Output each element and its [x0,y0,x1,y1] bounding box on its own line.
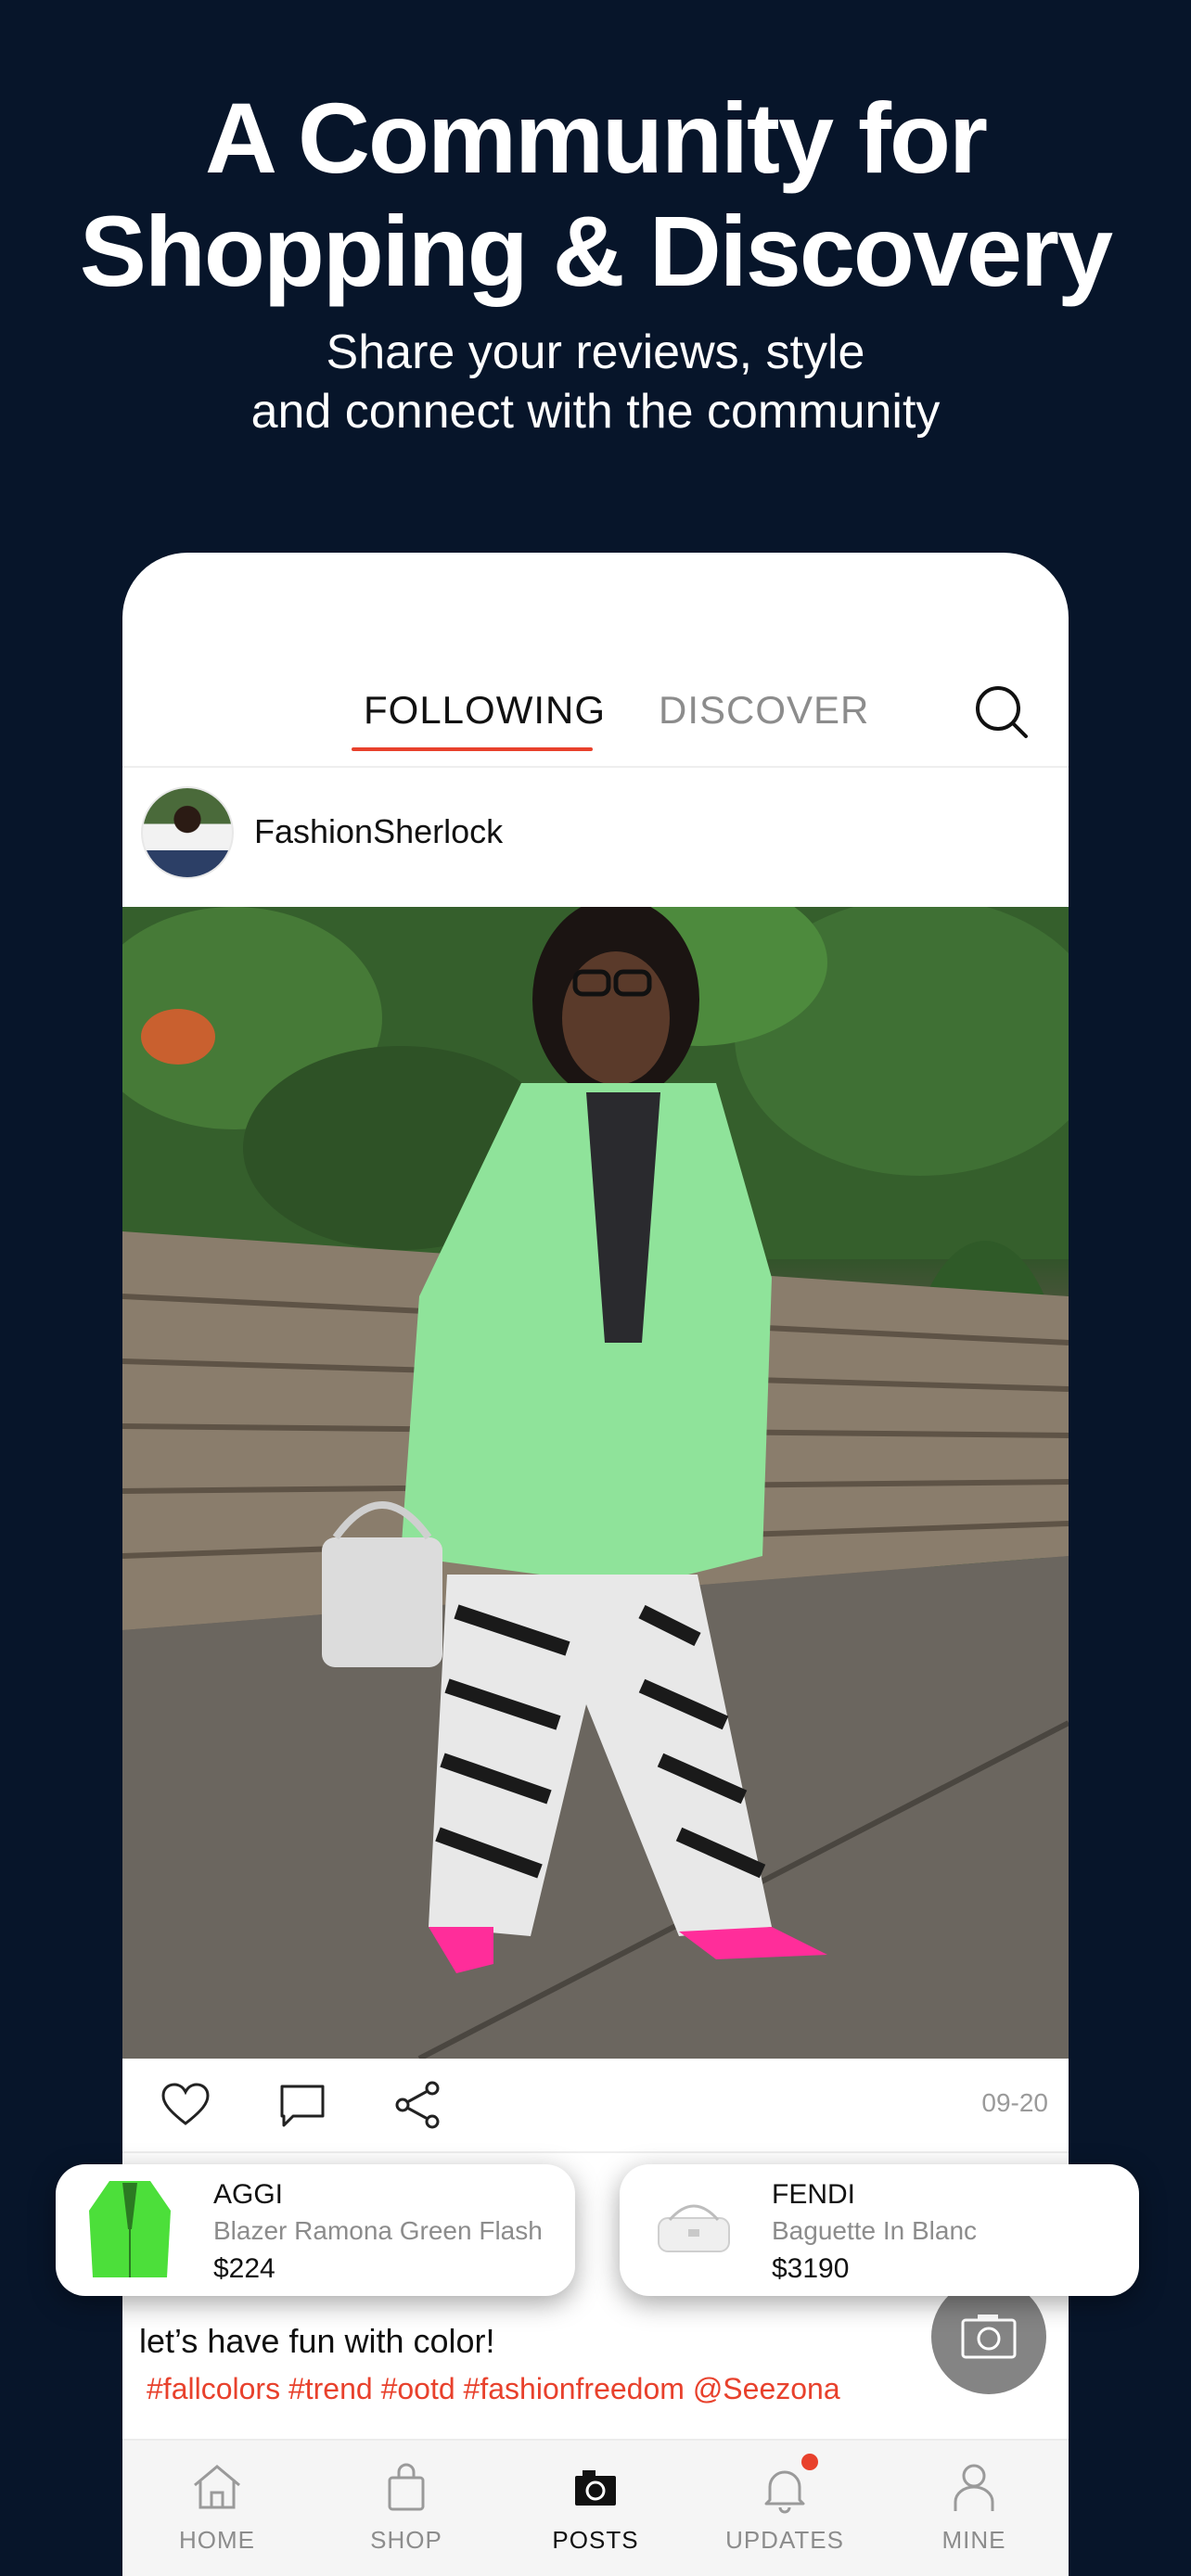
heart-icon[interactable] [160,2079,211,2131]
product-name: Baguette In Blanc [772,2216,978,2245]
nav-home-label: HOME [179,2526,255,2554]
active-tab-indicator [352,747,593,751]
post-photo-image [122,907,1069,2059]
nav-posts[interactable]: POSTS [501,2441,690,2576]
camera-icon [961,2315,1017,2359]
nav-updates[interactable]: UPDATES [690,2441,879,2576]
post-photo[interactable] [122,907,1069,2059]
post-author-row[interactable]: FashionSherlock [122,766,1069,903]
nav-mine-label: MINE [941,2526,1006,2554]
camera-icon [575,2470,616,2506]
product-card[interactable]: FENDI Baguette In Blanc $3190 [620,2164,1139,2296]
post-caption: let’s have fun with color! [139,2322,495,2360]
hero-subtitle-line-1: Share your reviews, style [326,325,865,379]
person-icon [954,2464,994,2511]
product-image-blazer [89,2181,171,2277]
product-brand: FENDI [772,2179,855,2210]
hero-title: A Community for Shopping & Discovery [0,82,1191,308]
tab-discover[interactable]: DISCOVER [659,673,869,747]
share-icon[interactable] [391,2079,443,2131]
hero-subtitle: Share your reviews, style and connect wi… [0,323,1191,441]
product-image-bag [658,2204,730,2252]
shopping-bag-icon [388,2463,425,2511]
home-icon [194,2465,240,2509]
camera-button[interactable] [931,2279,1046,2394]
post-actions: 09-20 [122,2059,1069,2151]
nav-updates-label: UPDATES [725,2526,844,2554]
hero-title-line-2: Shopping & Discovery [79,195,1113,307]
nav-shop[interactable]: SHOP [312,2441,501,2576]
divider [122,2151,1069,2153]
product-card[interactable]: AGGI Blazer Ramona Green Flash $224 [56,2164,575,2296]
feed-tabs: FOLLOWING DISCOVER [122,673,1069,766]
product-price: $3190 [772,2253,850,2284]
nav-posts-label: POSTS [552,2526,639,2554]
avatar[interactable] [141,786,234,879]
bottom-navigation: HOME SHOP POSTS UPDATES MINE [122,2439,1069,2576]
hero-subtitle-line-2: and connect with the community [250,385,941,439]
search-icon[interactable] [972,682,1031,742]
product-price: $224 [213,2253,275,2284]
tab-following[interactable]: FOLLOWING [364,673,606,747]
nav-home[interactable]: HOME [122,2441,312,2576]
product-brand: AGGI [213,2179,284,2210]
notification-badge [801,2454,818,2470]
author-name[interactable]: FashionSherlock [254,809,503,855]
nav-mine[interactable]: MINE [879,2441,1069,2576]
product-name: Blazer Ramona Green Flash [213,2216,543,2245]
post-date: 09-20 [981,2088,1048,2117]
hero-title-line-1: A Community for [205,82,988,194]
comment-icon[interactable] [276,2079,328,2131]
post-hashtags[interactable]: #fallcolors #trend #ootd #fashionfreedom… [147,2372,840,2406]
nav-shop-label: SHOP [370,2526,442,2554]
